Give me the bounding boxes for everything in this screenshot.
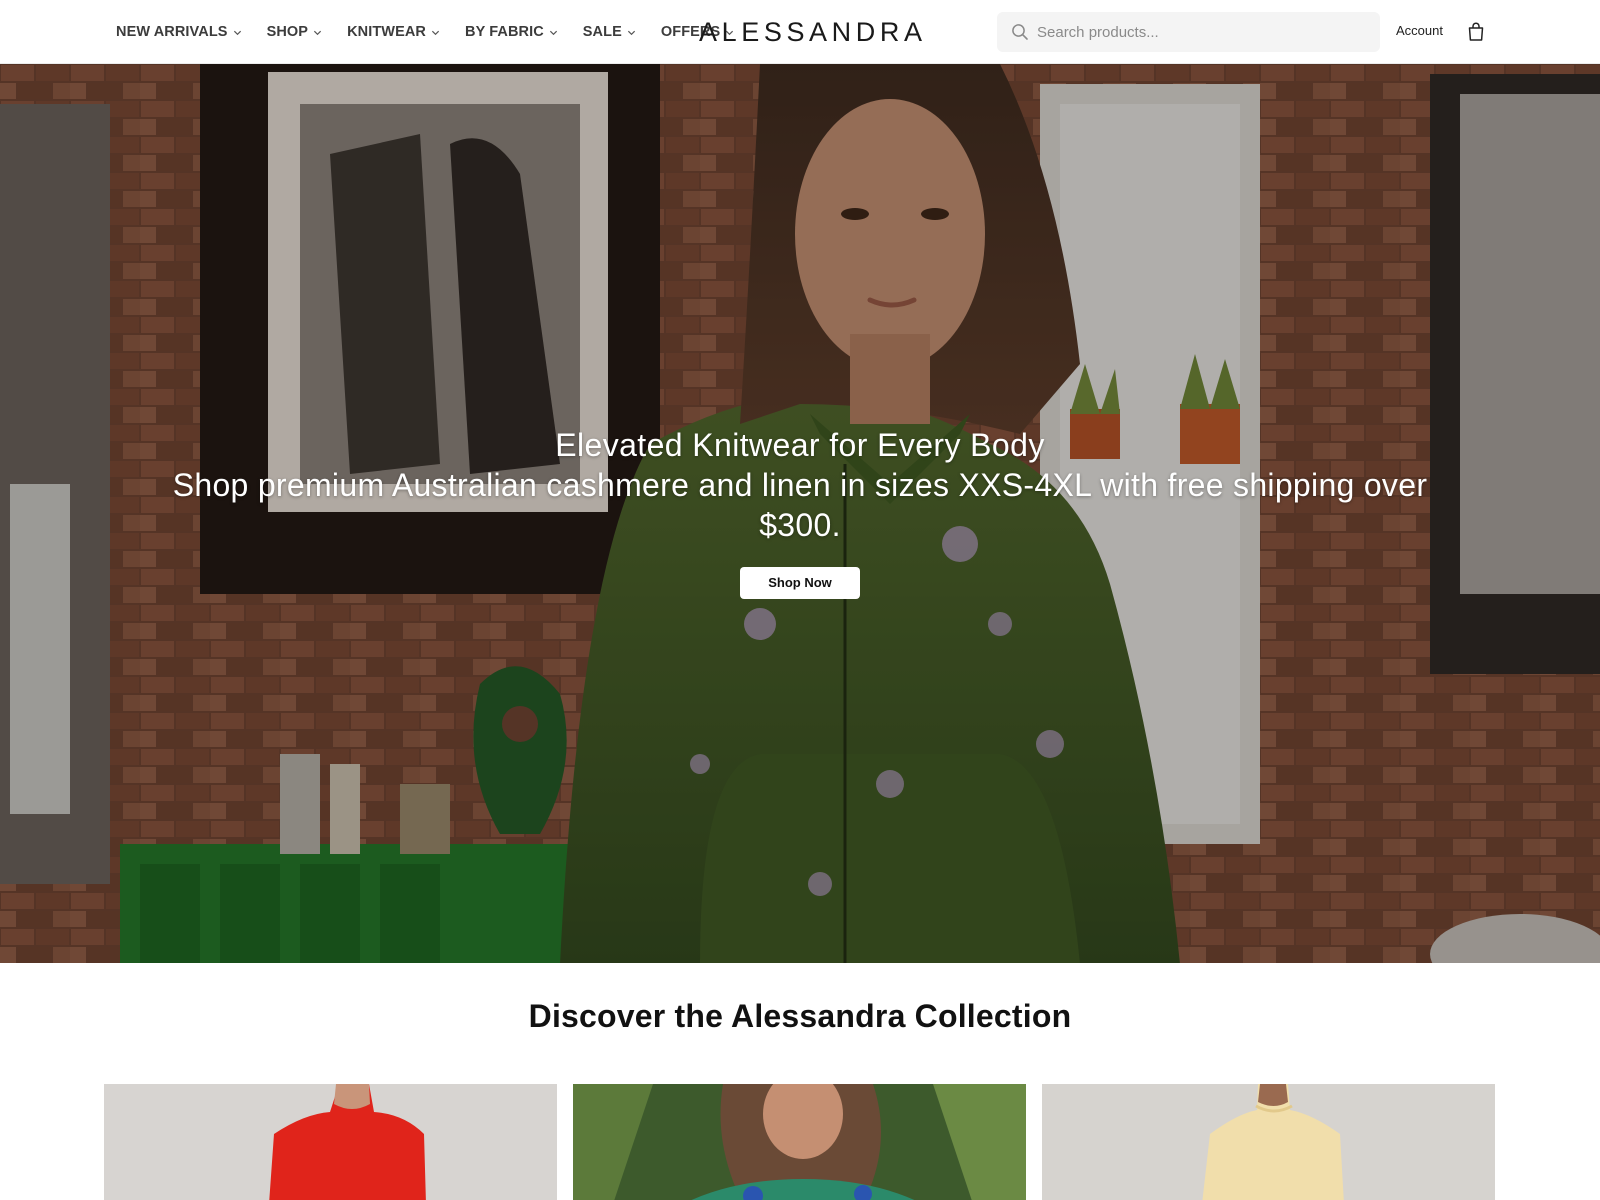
- site-logo[interactable]: ALESSANDRA: [699, 16, 922, 48]
- main-nav: NEW ARRIVALS SHOP KNITWEAR BY FABRIC SAL…: [116, 0, 759, 64]
- collection-card[interactable]: [573, 1084, 1026, 1200]
- shop-now-button[interactable]: Shop Now: [740, 567, 860, 599]
- chevron-down-icon: [431, 28, 440, 37]
- hero-banner: Elevated Knitwear for Every Body Shop pr…: [0, 64, 1600, 963]
- chevron-down-icon: [233, 28, 242, 37]
- search-input[interactable]: [1037, 23, 1357, 41]
- collection-grid: [104, 1084, 1496, 1200]
- nav-item-label: SALE: [582, 24, 622, 40]
- collection-title: Discover the Alessandra Collection: [528, 998, 1072, 1034]
- collection-card[interactable]: [1042, 1084, 1495, 1200]
- shopping-bag-icon[interactable]: [1467, 22, 1485, 42]
- nav-item-knitwear[interactable]: KNITWEAR: [347, 24, 440, 40]
- nav-item-new-arrivals[interactable]: NEW ARRIVALS: [116, 24, 242, 40]
- site-header: NEW ARRIVALS SHOP KNITWEAR BY FABRIC SAL…: [0, 0, 1600, 64]
- nav-item-label: BY FABRIC: [465, 24, 544, 40]
- cream-knit-top-image: [1042, 1084, 1495, 1200]
- collection-card[interactable]: [104, 1084, 557, 1200]
- nav-item-label: NEW ARRIVALS: [116, 24, 228, 40]
- chevron-down-icon: [627, 28, 636, 37]
- hero-subtitle: Shop premium Australian cashmere and lin…: [172, 467, 1428, 543]
- nav-item-label: KNITWEAR: [347, 24, 426, 40]
- chevron-down-icon: [313, 28, 322, 37]
- search-bar[interactable]: [997, 12, 1380, 52]
- chevron-down-icon: [549, 28, 558, 37]
- hero-title: Elevated Knitwear for Every Body: [555, 427, 1045, 463]
- nav-item-by-fabric[interactable]: BY FABRIC: [465, 24, 558, 40]
- nav-item-label: SHOP: [266, 24, 309, 40]
- hero-content: Elevated Knitwear for Every Body Shop pr…: [120, 425, 1480, 599]
- search-icon: [1011, 23, 1029, 41]
- nav-item-sale[interactable]: SALE: [583, 24, 636, 40]
- account-link[interactable]: Account: [1396, 23, 1443, 38]
- floral-top-garden-image: [573, 1084, 1026, 1200]
- red-knit-top-image: [104, 1084, 557, 1200]
- nav-item-shop[interactable]: SHOP: [267, 24, 323, 40]
